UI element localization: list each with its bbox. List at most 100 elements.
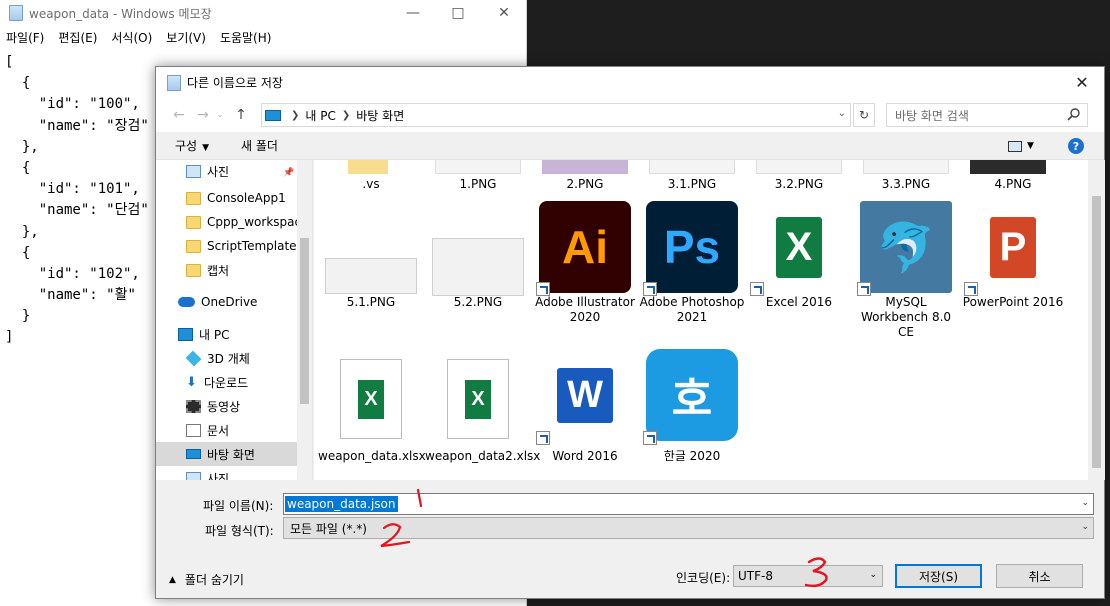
nav-item[interactable]: 바탕 화면: [156, 442, 298, 466]
minimize-icon[interactable]: —: [393, 0, 433, 26]
nav-item[interactable]: 사진: [156, 160, 298, 183]
up-arrow-icon[interactable]: ↑: [230, 104, 252, 126]
chevron-down-icon: ⌄: [1081, 522, 1089, 532]
refresh-icon[interactable]: ↻: [853, 103, 875, 127]
scrollbar-thumb[interactable]: [300, 238, 309, 404]
file-name-label: Word 2016: [552, 449, 618, 463]
file-name-label: 5.2.PNG: [453, 295, 503, 309]
file-tile[interactable]: [756, 160, 842, 174]
menu-edit[interactable]: 편집(E): [58, 29, 97, 46]
organize-label: 구성: [175, 139, 198, 153]
menu-file[interactable]: 파일(F): [6, 29, 44, 46]
breadcrumb-desktop[interactable]: 바탕 화면: [356, 107, 404, 124]
nav-item-label: ConsoleApp1: [207, 191, 286, 205]
nav-item[interactable]: 내 PC: [156, 322, 298, 346]
folder-icon: [186, 191, 201, 205]
close-icon[interactable]: ✕: [1060, 67, 1104, 98]
search-input[interactable]: 바탕 화면 검색: [886, 103, 1088, 127]
maximize-icon[interactable]: □: [438, 0, 478, 26]
nav-item-label: 바탕 화면: [207, 447, 255, 462]
hangul-icon[interactable]: 호: [646, 349, 738, 441]
desktop: weapon_data - Windows 메모장 — □ ✕ 파일(F) 편집…: [0, 0, 1110, 606]
hangul-glyph: 호: [671, 375, 713, 424]
file-tile[interactable]: [348, 160, 388, 174]
scrollbar-thumb[interactable]: [1092, 196, 1101, 468]
xlsx-glyph: X: [358, 379, 384, 419]
file-list-scrollbar[interactable]: [1088, 160, 1105, 480]
nav-item[interactable]: OneDrive: [156, 290, 298, 314]
xlsx-icon[interactable]: X: [340, 359, 402, 439]
change-view-button[interactable]: ▼: [1008, 139, 1034, 153]
dolphin-icon: 🐬: [876, 219, 936, 276]
menu-format[interactable]: 서식(O): [111, 29, 152, 46]
breadcrumb-this-pc[interactable]: 내 PC: [305, 107, 335, 124]
search-placeholder: 바탕 화면 검색: [895, 108, 969, 123]
illustrator-icon[interactable]: Ai: [539, 201, 631, 293]
file-tile[interactable]: [863, 160, 949, 174]
screenshot-icon[interactable]: [325, 258, 417, 294]
excel-icon[interactable]: X: [753, 201, 845, 293]
save-button[interactable]: 저장(S): [895, 564, 982, 588]
desktop-icon: [186, 449, 201, 459]
chevron-down-icon[interactable]: ⌄: [838, 108, 846, 119]
photoshop-icon[interactable]: Ps: [646, 201, 738, 293]
encoding-select[interactable]: UTF-8 ⌄: [733, 565, 883, 587]
nav-item[interactable]: Cppp_workspace: [156, 210, 298, 234]
xlsx-icon[interactable]: X: [447, 359, 509, 439]
text-line: {: [5, 75, 31, 92]
file-type-select[interactable]: 모든 파일 (*.*) ⌄: [283, 517, 1094, 539]
close-icon[interactable]: ✕: [484, 0, 524, 26]
menu-view[interactable]: 보기(V): [166, 29, 206, 46]
file-type-label: 파일 형식(T):: [205, 524, 274, 538]
notepad-text-area[interactable]: [ { "id": "100", "name": "장검" }, { "id":…: [5, 52, 149, 349]
notepad-titlebar: weapon_data - Windows 메모장 — □ ✕: [0, 0, 526, 26]
onedrive-icon: [178, 297, 195, 307]
file-name-label: 2.PNG: [566, 177, 604, 191]
screenshot-icon[interactable]: [432, 238, 524, 296]
file-tile[interactable]: [435, 160, 521, 174]
file-name-input[interactable]: weapon_data.json ⌄: [283, 493, 1094, 515]
address-row: ← → ⌄ ↑ ❯ 내 PC ❯ 바탕 화면 ⌄ ↻ 바탕 화면 검색: [156, 98, 1104, 132]
caret-down-icon: ▼: [202, 143, 210, 153]
hide-folders-button[interactable]: ▲ 폴더 숨기기: [169, 571, 244, 588]
help-icon[interactable]: ?: [1068, 138, 1084, 154]
powerpoint-icon[interactable]: P: [967, 201, 1059, 293]
chevron-down-icon[interactable]: ⌄: [1081, 498, 1089, 508]
mysql-icon[interactable]: 🐬: [860, 201, 952, 293]
text-line: },: [5, 223, 39, 240]
this-pc-icon: [265, 109, 281, 121]
text-line: ]: [5, 329, 14, 346]
nav-item[interactable]: 문서: [156, 418, 298, 442]
nav-item[interactable]: 동영상: [156, 394, 298, 418]
nav-item[interactable]: ScriptTemplates: [156, 234, 298, 258]
hide-folders-label: 폴더 숨기기: [184, 573, 244, 587]
file-tile[interactable]: [649, 160, 735, 174]
text-line: "id": "102",: [5, 265, 140, 282]
navigation-scrollbar[interactable]: [297, 160, 312, 480]
new-folder-button[interactable]: 새 폴더: [241, 137, 278, 154]
forward-arrow-icon[interactable]: →: [192, 104, 214, 126]
file-type-value: 모든 파일 (*.*): [290, 521, 367, 536]
organize-button[interactable]: 구성 ▼: [175, 137, 209, 154]
navigation-pane: 📌 사진ConsoleApp1Cppp_workspaceScriptTempl…: [156, 160, 313, 480]
nav-item[interactable]: 3D 개체: [156, 346, 298, 370]
file-tile[interactable]: [542, 160, 628, 174]
nav-item-label: 사진: [207, 471, 230, 481]
nav-item-label: 동영상: [207, 399, 241, 414]
menu-help[interactable]: 도움말(H): [220, 29, 272, 46]
nav-item-label: 3D 개체: [207, 351, 250, 366]
nav-item[interactable]: 캡처: [156, 258, 298, 282]
file-name-label: 3.1.PNG: [667, 177, 717, 191]
back-arrow-icon[interactable]: ←: [168, 104, 190, 126]
chevron-down-icon: ⌄: [869, 570, 877, 580]
folder-icon: [186, 263, 201, 277]
address-bar[interactable]: ❯ 내 PC ❯ 바탕 화면 ⌄: [261, 103, 851, 127]
word-icon[interactable]: W: [539, 349, 631, 441]
file-tile[interactable]: [970, 160, 1046, 174]
nav-item[interactable]: ⬇ 다운로드: [156, 370, 298, 394]
nav-item[interactable]: ConsoleApp1: [156, 186, 298, 210]
text-line: },: [5, 138, 39, 155]
cancel-button[interactable]: 취소: [996, 564, 1083, 588]
recent-locations-icon[interactable]: ⌄: [214, 104, 226, 126]
nav-item[interactable]: 사진: [156, 466, 298, 480]
